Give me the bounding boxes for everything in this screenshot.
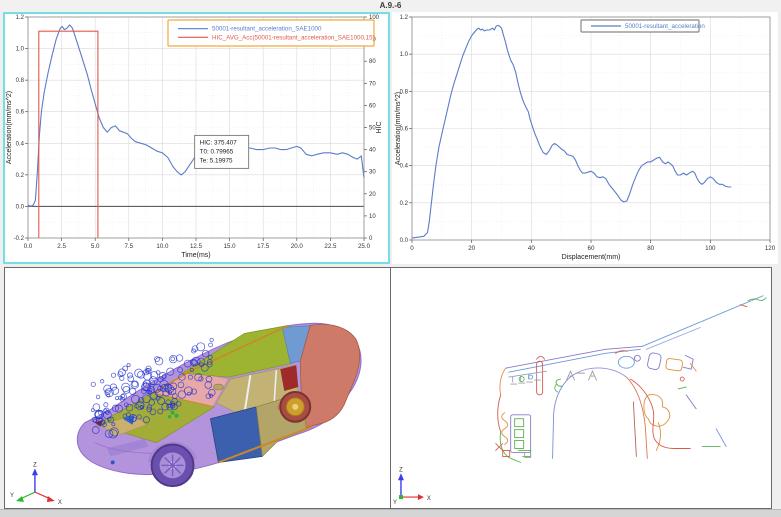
- svg-text:25.0: 25.0: [358, 243, 371, 250]
- svg-text:10: 10: [369, 214, 376, 220]
- svg-text:17.5: 17.5: [257, 243, 270, 250]
- svg-text:0.8: 0.8: [16, 78, 25, 84]
- triad-z-label: Z: [399, 467, 403, 473]
- legend-entry-label: HIC_AVG_Acc(50001-resultant_acceleration…: [212, 34, 375, 41]
- time-chart-canvas[interactable]: 0.0 2.5 5.0 7.5 10.0 12.5 15.0 17.5 20.0 22.5 25.0…: [3, 12, 390, 264]
- svg-text:80: 80: [647, 245, 654, 252]
- x-axis-title: Displacement(mm): [562, 254, 621, 261]
- svg-text:120: 120: [765, 245, 776, 252]
- svg-text:100: 100: [705, 245, 716, 252]
- axis-triad: Z Y X: [10, 462, 62, 506]
- displacement-chart-canvas[interactable]: 0 20 40 60 80 100 1200.00.20.40.60.81.01.2Disp…: [392, 12, 778, 264]
- svg-text:12.5: 12.5: [190, 243, 203, 250]
- svg-text:0.0: 0.0: [400, 238, 409, 244]
- svg-text:0.0: 0.0: [16, 204, 25, 210]
- triad-y-label: Y: [10, 493, 14, 499]
- x-axis-title: Time(ms): [181, 252, 210, 259]
- svg-text:T0: 0.79965: T0: 0.79965: [200, 148, 234, 155]
- svg-text:70: 70: [369, 81, 376, 87]
- viewport-wireframe-section[interactable]: Z Y X: [390, 267, 772, 509]
- bottom-bar: [0, 509, 781, 517]
- y-axis-title: Acceleration(mm/ms^2): [395, 92, 402, 165]
- triad-y-label: Y: [393, 500, 397, 506]
- chart-panel-time-history[interactable]: 0.0 2.5 5.0 7.5 10.0 12.5 15.0 17.5 20.0 22.5 25.0…: [3, 12, 390, 264]
- svg-text:Te: 5.19975: Te: 5.19975: [200, 157, 233, 164]
- side-mirror: [213, 383, 224, 391]
- svg-text:1.2: 1.2: [16, 15, 25, 21]
- svg-text:30: 30: [369, 170, 376, 176]
- legend-entry-label: 50001-resultant_acceleration: [625, 23, 705, 30]
- triad-x-label: X: [58, 500, 62, 506]
- svg-text:1.0: 1.0: [400, 52, 409, 58]
- svg-text:-0.2: -0.2: [14, 236, 25, 242]
- triad-x-label: X: [427, 496, 431, 502]
- svg-text:60: 60: [369, 103, 376, 109]
- wireframe-canvas[interactable]: Z Y X: [391, 268, 771, 508]
- title-bar: A.9.-6: [0, 0, 781, 12]
- front-wheel: [150, 443, 195, 488]
- svg-text:HIC: 375.407: HIC: 375.407: [200, 139, 238, 146]
- svg-text:20.0: 20.0: [291, 243, 304, 250]
- svg-text:0.2: 0.2: [400, 201, 409, 207]
- fog-light: [110, 460, 115, 465]
- car-model: [76, 322, 362, 488]
- svg-text:2.5: 2.5: [57, 243, 66, 250]
- car-model-canvas[interactable]: Z Y X: [5, 268, 390, 508]
- hic-annotation[interactable]: HIC: 375.407 T0: 0.79965 Te: 5.19975: [194, 134, 250, 169]
- page-title: A.9.-6: [379, 1, 402, 10]
- svg-text:10.0: 10.0: [156, 243, 169, 250]
- svg-text:7.5: 7.5: [124, 243, 133, 250]
- svg-text:0.6: 0.6: [16, 110, 25, 116]
- svg-text:22.5: 22.5: [324, 243, 337, 250]
- svg-text:80: 80: [369, 59, 376, 65]
- y2-axis-title: HIC: [376, 121, 383, 133]
- legend[interactable]: 50001-resultant_acceleration: [580, 19, 705, 33]
- svg-text:40: 40: [528, 245, 535, 252]
- legend-entry-label: 50001-resultant_acceleration_SAE1000: [212, 26, 322, 33]
- svg-text:40: 40: [369, 148, 376, 154]
- svg-text:20: 20: [369, 192, 376, 198]
- svg-text:0.0: 0.0: [24, 243, 33, 250]
- wireframe-model: [495, 295, 767, 463]
- legend[interactable]: 50001-resultant_acceleration_SAE1000HIC_…: [167, 19, 375, 47]
- rear-wheel: [279, 390, 312, 423]
- svg-text:0.4: 0.4: [16, 141, 25, 147]
- axis-triad: Z Y X: [393, 467, 431, 506]
- svg-text:1.0: 1.0: [16, 47, 25, 53]
- svg-text:20: 20: [468, 245, 475, 252]
- triad-z-label: Z: [33, 462, 37, 468]
- y-axis-title: Acceleration(mm/ms^2): [6, 91, 13, 164]
- svg-text:0: 0: [410, 245, 414, 252]
- svg-text:15.0: 15.0: [224, 243, 237, 250]
- svg-text:0.2: 0.2: [16, 173, 25, 179]
- svg-text:1.2: 1.2: [400, 15, 409, 21]
- svg-text:60: 60: [588, 245, 595, 252]
- viewport-3d-car-model[interactable]: Z Y X: [4, 267, 391, 509]
- chart-panel-displacement[interactable]: 0 20 40 60 80 100 120 0.0 0.2 0.4 0.6 0.8 1.0 1.2 Disp…: [392, 12, 778, 264]
- svg-text:5.0: 5.0: [91, 243, 100, 250]
